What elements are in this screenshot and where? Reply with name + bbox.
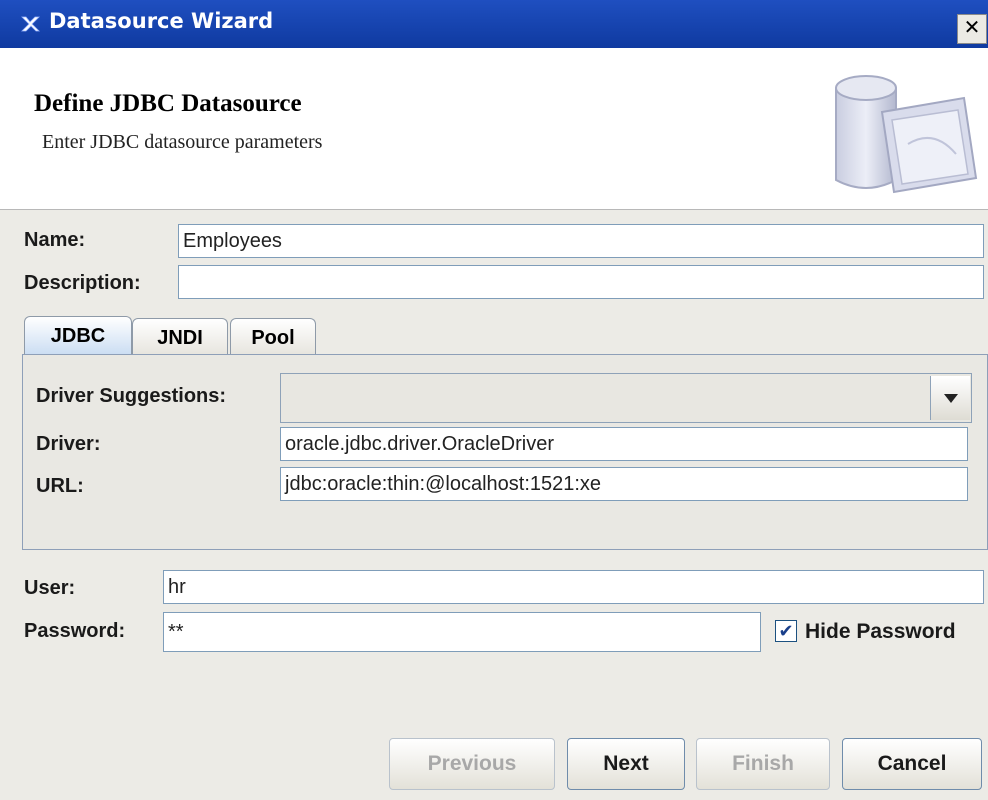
driver-suggestions-label: Driver Suggestions: (36, 385, 227, 407)
hide-password-checkbox[interactable]: ✔ (775, 620, 797, 642)
url-field[interactable]: jdbc:oracle:thin:@localhost:1521:xe (280, 467, 968, 501)
password-field[interactable]: ** (163, 612, 761, 652)
tab-jndi[interactable]: JNDI (132, 318, 228, 356)
driver-label: Driver: (36, 433, 101, 455)
name-field[interactable]: Employees (178, 224, 984, 258)
driver-field[interactable]: oracle.jdbc.driver.OracleDriver (280, 427, 968, 461)
page-title: Define JDBC Datasource (34, 90, 302, 117)
name-label: Name: (24, 229, 86, 251)
url-label: URL: (36, 475, 84, 497)
wizard-app-icon (21, 16, 40, 32)
user-field[interactable]: hr (163, 570, 984, 604)
driver-suggestions-dropdown[interactable] (280, 373, 972, 423)
description-field[interactable] (178, 265, 984, 299)
finish-button[interactable]: Finish (696, 738, 830, 790)
close-icon[interactable]: ✕ (957, 14, 987, 44)
previous-button[interactable]: Previous (389, 738, 555, 790)
tab-pool[interactable]: Pool (230, 318, 316, 356)
description-label: Description: (24, 272, 141, 294)
database-folder-icon (835, 75, 978, 194)
tab-jdbc[interactable]: JDBC (24, 316, 132, 356)
user-label: User: (24, 577, 76, 599)
cancel-button[interactable]: Cancel (842, 738, 982, 790)
page-subtitle: Enter JDBC datasource parameters (42, 131, 323, 153)
hide-password-label[interactable]: Hide Password (805, 620, 956, 644)
chevron-down-icon[interactable] (930, 376, 970, 420)
password-label: Password: (24, 620, 126, 642)
window-title: Datasource Wizard (49, 9, 274, 33)
next-button[interactable]: Next (567, 738, 685, 790)
